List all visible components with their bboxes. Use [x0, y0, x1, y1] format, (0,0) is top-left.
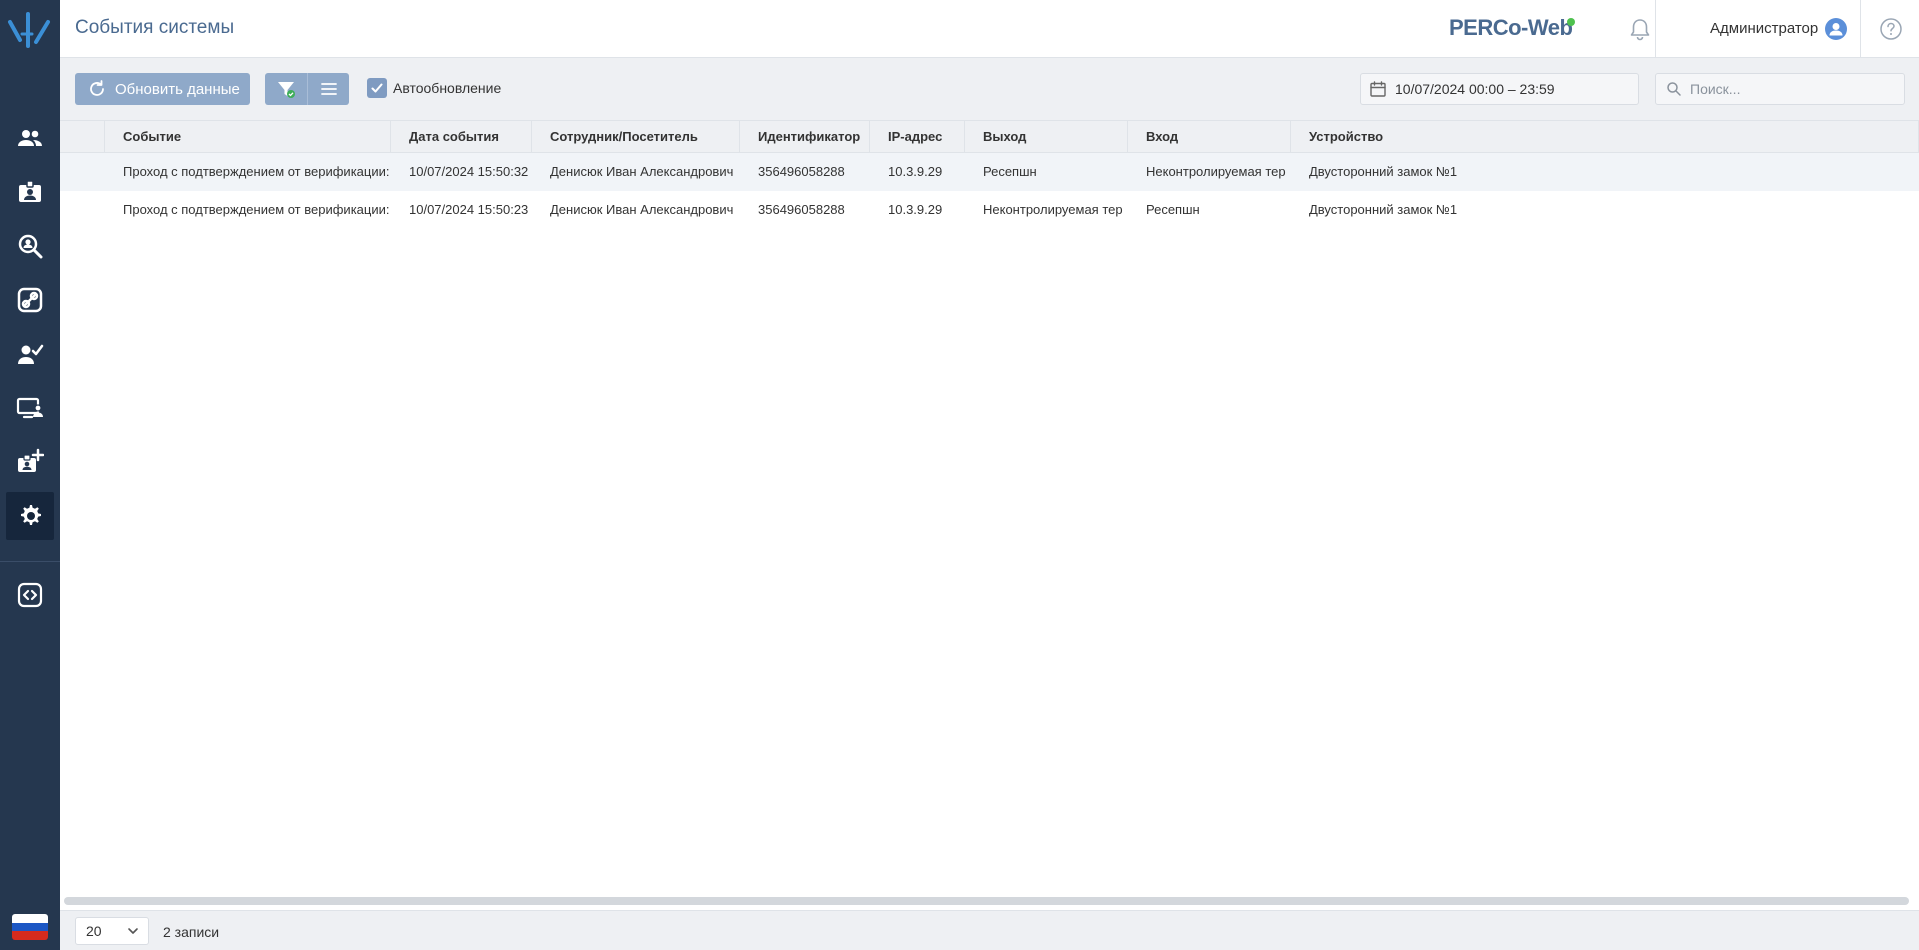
perco-logo-icon[interactable]	[6, 8, 54, 52]
add-card-icon	[18, 448, 44, 472]
users-icon	[18, 130, 42, 146]
search-input[interactable]	[1690, 81, 1890, 97]
monitoring-icon	[16, 397, 43, 419]
column-header-event[interactable]: Событие	[105, 121, 391, 153]
cell-exit: Неконтролируемая тер	[983, 202, 1123, 217]
column-header-device[interactable]: Устройство	[1291, 121, 1919, 153]
search-icon	[1667, 82, 1681, 96]
cell-date: 10/07/2024 15:50:23	[409, 202, 529, 217]
sidebar-item-api[interactable]	[6, 571, 54, 619]
search-box	[1655, 73, 1905, 105]
access-key-icon	[17, 287, 43, 313]
user-check-icon	[18, 344, 44, 364]
user-name[interactable]: Администратор	[1710, 20, 1818, 37]
column-header-ip[interactable]: IP-адрес	[870, 121, 965, 153]
online-status-dot	[1567, 18, 1575, 26]
chevron-down-icon	[128, 928, 138, 934]
cell-person: Денисюк Иван Александрович	[550, 202, 734, 217]
code-icon	[17, 582, 43, 608]
filter-icon	[278, 82, 295, 98]
cell-event: Проход с подтверждением от верификации:	[123, 202, 390, 217]
visitor-search-icon	[18, 234, 43, 259]
page-size-select[interactable]: 20	[75, 917, 149, 945]
date-range-picker[interactable]: 10/07/2024 00:00 – 23:59	[1360, 73, 1639, 105]
cell-entry: Неконтролируемая тер	[1146, 164, 1286, 179]
table-header: Событие Дата события Сотрудник/Посетител…	[60, 120, 1919, 153]
page-title: События системы	[75, 17, 235, 38]
column-header-person[interactable]: Сотрудник/Посетитель	[532, 121, 740, 153]
cell-device: Двусторонний замок №1	[1309, 164, 1458, 179]
date-range-value: 10/07/2024 00:00 – 23:59	[1395, 81, 1555, 97]
cell-ip: 10.3.9.29	[888, 164, 943, 179]
refresh-button-label: Обновить данные	[115, 80, 240, 98]
sidebar-divider	[0, 561, 60, 562]
ru-flag-icon[interactable]	[12, 914, 48, 940]
column-header-identifier[interactable]: Идентификатор	[740, 121, 870, 153]
cell-exit: Ресепшн	[983, 164, 1037, 179]
help-icon[interactable]	[1879, 17, 1903, 41]
auto-refresh-label[interactable]: Автообновление	[393, 80, 501, 96]
sidebar-item-monitoring[interactable]	[6, 384, 54, 432]
avatar[interactable]	[1825, 18, 1847, 40]
footer: 20 2 записи	[60, 910, 1919, 950]
filter-button-group	[265, 73, 349, 105]
refresh-button[interactable]: Обновить данные	[75, 73, 250, 105]
column-header-date[interactable]: Дата события	[391, 121, 532, 153]
cell-device: Двусторонний замок №1	[1309, 202, 1458, 217]
cell-ip: 10.3.9.29	[888, 202, 943, 217]
column-header-exit[interactable]: Выход	[965, 121, 1128, 153]
column-header-entry[interactable]: Вход	[1128, 121, 1291, 153]
table-row[interactable]: Проход с подтверждением от верификации: …	[60, 153, 1919, 191]
sidebar-item-visitors[interactable]	[6, 168, 54, 216]
columns-menu-button[interactable]	[307, 73, 349, 105]
calendar-icon	[1370, 81, 1386, 97]
page-size-value: 20	[86, 923, 102, 939]
sidebar-item-staff[interactable]	[6, 114, 54, 162]
refresh-icon	[90, 80, 104, 96]
cell-event: Проход с подтверждением от верификации:	[123, 164, 390, 179]
events-table: Событие Дата события Сотрудник/Посетител…	[60, 120, 1919, 900]
cell-date: 10/07/2024 15:50:32	[409, 164, 529, 179]
filter-button[interactable]	[265, 73, 307, 105]
sidebar-item-search[interactable]	[6, 222, 54, 270]
sidebar-item-settings[interactable]	[6, 492, 54, 540]
header-divider	[1655, 0, 1656, 58]
auto-refresh-checkbox[interactable]	[367, 78, 387, 98]
cell-person: Денисюк Иван Александрович	[550, 164, 734, 179]
column-header-selector[interactable]	[60, 121, 105, 153]
cell-entry: Ресепшн	[1146, 202, 1200, 217]
header-divider	[1860, 0, 1861, 58]
table-row[interactable]: Проход с подтверждением от верификации: …	[60, 191, 1919, 229]
bell-icon[interactable]	[1627, 16, 1653, 42]
header: События системы PERCo-Web Администратор	[60, 0, 1919, 58]
sidebar	[0, 0, 60, 950]
cell-identifier: 356496058288	[758, 202, 845, 217]
sidebar-item-verification[interactable]	[6, 330, 54, 378]
horizontal-scrollbar[interactable]	[64, 897, 1909, 905]
record-count: 2 записи	[163, 924, 220, 940]
sidebar-item-access[interactable]	[6, 276, 54, 324]
toolbar: Обновить данные Автообновление 10/07/202…	[60, 58, 1919, 120]
brand-logo: PERCo-Web	[1449, 15, 1573, 40]
id-card-icon	[19, 180, 41, 202]
gear-icon	[21, 505, 41, 525]
checkmark-icon	[371, 83, 383, 93]
sidebar-item-add-card[interactable]	[6, 438, 54, 486]
cell-identifier: 356496058288	[758, 164, 845, 179]
menu-icon	[320, 83, 337, 95]
